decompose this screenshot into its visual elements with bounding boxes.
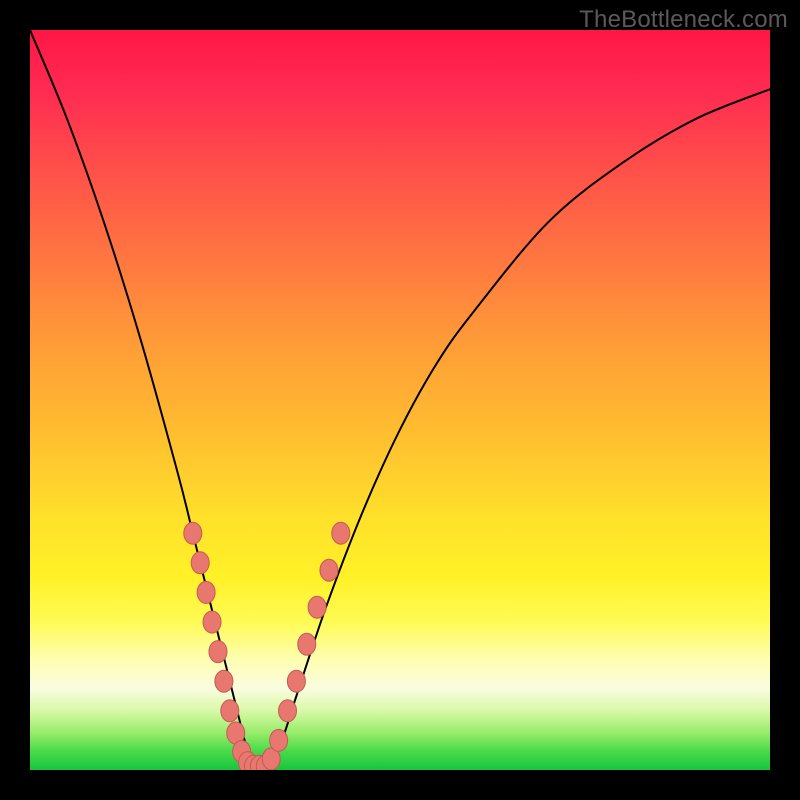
- watermark-text: TheBottleneck.com: [579, 6, 788, 34]
- marker-bead: [320, 559, 338, 581]
- marker-bead: [209, 641, 227, 663]
- marker-bead: [184, 522, 202, 544]
- curve-layer: [30, 30, 770, 770]
- bottleneck-curve: [30, 30, 770, 766]
- marker-bead: [332, 522, 350, 544]
- marker-bead: [191, 552, 209, 574]
- marker-bead: [215, 670, 233, 692]
- marker-bead: [298, 633, 316, 655]
- marker-bead: [308, 596, 326, 618]
- plot-area: [30, 30, 770, 770]
- marker-bead: [221, 700, 239, 722]
- chart-frame: TheBottleneck.com: [0, 0, 800, 800]
- marker-group: [184, 522, 350, 770]
- marker-bead: [279, 700, 297, 722]
- marker-bead: [270, 729, 288, 751]
- marker-bead: [287, 670, 305, 692]
- marker-bead: [197, 581, 215, 603]
- marker-bead: [203, 611, 221, 633]
